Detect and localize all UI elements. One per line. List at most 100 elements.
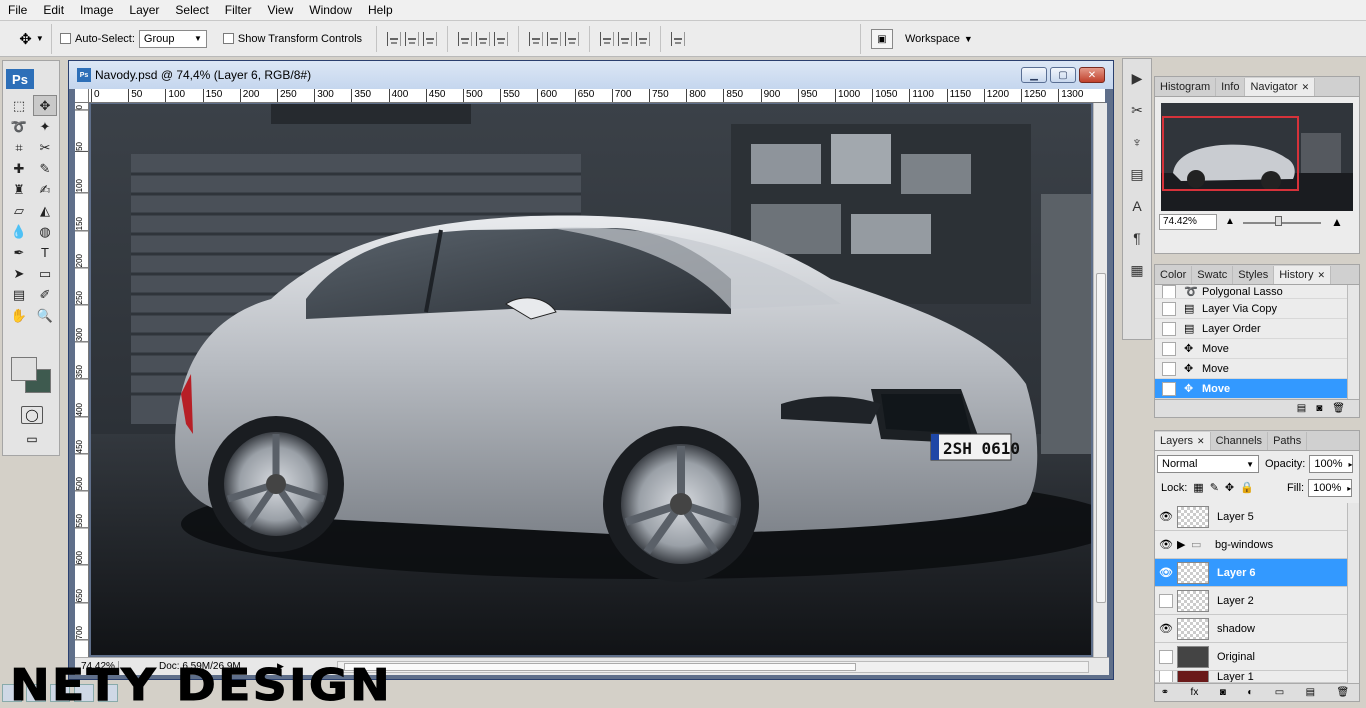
lasso-tool-icon[interactable]: ➰: [7, 116, 31, 137]
eye-icon[interactable]: 👁: [1155, 566, 1177, 579]
menu-edit[interactable]: Edit: [35, 0, 72, 21]
eye-icon[interactable]: 👁: [1155, 622, 1177, 635]
vertical-scrollbar[interactable]: [1093, 103, 1107, 659]
tab-styles[interactable]: Styles: [1233, 266, 1275, 284]
history-source-box[interactable]: [1162, 285, 1176, 298]
move-tool-icon[interactable]: ✥: [33, 95, 57, 116]
opacity-input[interactable]: 100% ▸: [1309, 455, 1354, 473]
show-transform-checkbox[interactable]: Show Transform Controls: [222, 33, 362, 45]
layer-style-icon[interactable]: fx: [1191, 687, 1199, 698]
eyedropper-tool-icon[interactable]: ✐: [33, 284, 57, 305]
blur-tool-icon[interactable]: 💧: [7, 221, 31, 242]
tab-channels[interactable]: Channels: [1211, 432, 1269, 450]
new-layer-icon[interactable]: ▤: [1306, 687, 1315, 698]
auto-align-icon[interactable]: [671, 31, 686, 46]
menu-select[interactable]: Select: [167, 0, 216, 21]
auto-select-box[interactable]: [60, 33, 71, 44]
eye-icon[interactable]: 👁: [1155, 510, 1177, 523]
adjustment-layer-icon[interactable]: ◐: [1247, 687, 1253, 698]
menu-filter[interactable]: Filter: [217, 0, 260, 21]
screen-mode-icon[interactable]: ▭: [21, 431, 43, 447]
notes-icon[interactable]: ▦: [1124, 257, 1150, 283]
notes-tool-icon[interactable]: ▤: [7, 284, 31, 305]
horizontal-ruler[interactable]: 0 50 100 150 200 250 300 350 400 450 500 550 600 650 7…: [89, 89, 1105, 103]
magic-wand-tool-icon[interactable]: ✦: [33, 116, 57, 137]
layer-row[interactable]: 👁 Layer 5: [1155, 503, 1347, 531]
history-source-box[interactable]: [1162, 301, 1176, 316]
layer-row[interactable]: Layer 1: [1155, 671, 1347, 683]
menu-help[interactable]: Help: [360, 0, 401, 21]
link-layers-icon[interactable]: ⚭: [1161, 687, 1169, 698]
tab-color[interactable]: Color: [1155, 266, 1193, 284]
tab-layers[interactable]: Layers ✕: [1155, 432, 1211, 450]
history-source-box[interactable]: [1162, 361, 1176, 376]
slice-tool-icon[interactable]: ✂: [33, 137, 57, 158]
close-icon[interactable]: ✕: [1302, 82, 1310, 92]
visibility-box[interactable]: [1159, 593, 1173, 608]
tab-paths[interactable]: Paths: [1268, 432, 1308, 450]
auto-select-dropdown[interactable]: Group ▼: [138, 29, 207, 48]
new-document-from-state-icon[interactable]: ▤: [1297, 403, 1306, 414]
history-brush-tool-icon[interactable]: ✍: [33, 179, 57, 200]
distribute-top-icon[interactable]: [529, 31, 544, 46]
horizontal-scrollbar[interactable]: [337, 661, 1089, 673]
maximize-button[interactable]: ▢: [1050, 67, 1076, 83]
tab-info[interactable]: Info: [1216, 78, 1246, 96]
auto-select-checkbox[interactable]: Auto-Select:: [60, 33, 135, 45]
layer-group-row[interactable]: 👁 ▶ ▭ bg-windows: [1155, 531, 1347, 559]
expand-arrow-icon[interactable]: ▶: [1177, 538, 1191, 551]
zoom-in-icon[interactable]: ▲: [1331, 215, 1343, 229]
layer-row[interactable]: 👁 shadow: [1155, 615, 1347, 643]
vertical-scroll-thumb[interactable]: [1096, 273, 1106, 603]
bridge-icon[interactable]: ▣: [871, 29, 893, 49]
history-source-box[interactable]: [1162, 341, 1176, 356]
history-source-box[interactable]: [1162, 381, 1176, 396]
align-right-icon[interactable]: [494, 31, 509, 46]
align-vcenter-icon[interactable]: [405, 31, 420, 46]
layer-row[interactable]: Layer 2: [1155, 587, 1347, 615]
eye-icon[interactable]: 👁: [1155, 538, 1177, 551]
blend-mode-dropdown[interactable]: Normal ▼: [1157, 455, 1259, 473]
zoom-tool-icon[interactable]: 🔍: [33, 305, 57, 326]
menu-file[interactable]: File: [0, 0, 35, 21]
visibility-box[interactable]: [1159, 649, 1173, 664]
trash-icon[interactable]: 🗑: [1337, 687, 1350, 698]
visibility-box[interactable]: [1159, 671, 1173, 682]
history-item[interactable]: ▤ Layer Via Copy: [1155, 299, 1347, 319]
navigator-thumbnail[interactable]: [1161, 103, 1353, 211]
tool-preset-picker[interactable]: ✥ ▼: [12, 23, 52, 54]
lock-pixels-icon[interactable]: ✎: [1210, 481, 1219, 494]
brush-tool-icon[interactable]: ✎: [33, 158, 57, 179]
type-tool-icon[interactable]: T: [33, 242, 57, 263]
history-item[interactable]: ➰ Polygonal Lasso: [1155, 285, 1347, 299]
history-scrollbar[interactable]: [1347, 285, 1359, 399]
horizontal-scroll-thumb[interactable]: [344, 663, 856, 671]
navigator-view-rect[interactable]: [1162, 116, 1299, 191]
eraser-tool-icon[interactable]: ▱: [7, 200, 31, 221]
healing-brush-tool-icon[interactable]: ✚: [7, 158, 31, 179]
minimize-button[interactable]: ▁: [1021, 67, 1047, 83]
vertical-ruler[interactable]: 0 50 100 150 200 250 300 350 400 450 500 550 600 650 7…: [75, 103, 89, 659]
paragraph-icon[interactable]: ¶: [1124, 225, 1150, 251]
close-icon[interactable]: ✕: [1317, 270, 1325, 280]
menu-window[interactable]: Window: [301, 0, 360, 21]
lock-all-icon[interactable]: 🔒: [1240, 481, 1254, 494]
distribute-hcenter-icon[interactable]: [618, 31, 633, 46]
trash-icon[interactable]: 🗑: [1332, 403, 1345, 414]
align-top-icon[interactable]: [387, 31, 402, 46]
history-item[interactable]: ▤ Layer Order: [1155, 319, 1347, 339]
zoom-slider-knob[interactable]: [1275, 216, 1282, 226]
hand-tool-icon[interactable]: ✋: [7, 305, 31, 326]
navigator-zoom-input[interactable]: 74.42%: [1159, 214, 1217, 230]
align-hcenter-icon[interactable]: [476, 31, 491, 46]
tab-swatches[interactable]: Swatc: [1192, 266, 1234, 284]
tool-presets-icon[interactable]: ✂: [1124, 97, 1150, 123]
layer-row-selected[interactable]: 👁 Layer 6: [1155, 559, 1347, 587]
fill-input[interactable]: 100% ▸: [1308, 479, 1353, 497]
tab-history[interactable]: History ✕: [1274, 266, 1332, 284]
layers-scrollbar[interactable]: [1347, 503, 1359, 683]
ruler-origin[interactable]: [75, 89, 89, 103]
menu-view[interactable]: View: [259, 0, 301, 21]
menu-image[interactable]: Image: [72, 0, 121, 21]
new-group-icon[interactable]: ▭: [1275, 687, 1284, 698]
